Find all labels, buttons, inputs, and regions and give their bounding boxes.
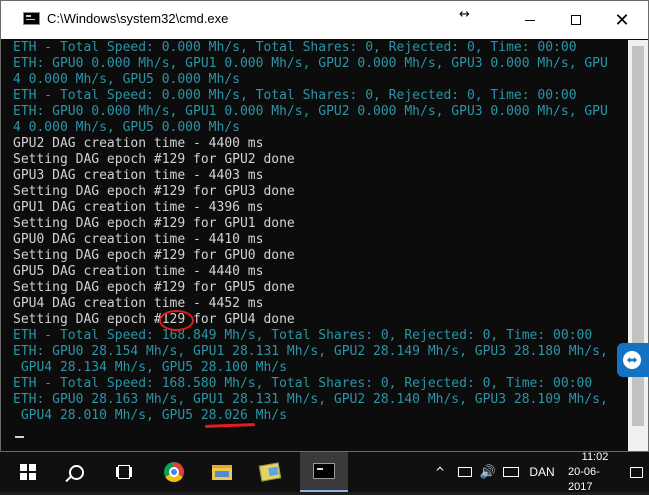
console-line: ETH - Total Speed: 0.000 Mh/s, Total Sha…	[13, 40, 577, 55]
cmd-app-icon[interactable]	[23, 12, 40, 25]
console-line: 4 0.000 Mh/s, GPU5 0.000 Mh/s	[13, 120, 240, 135]
cmd-taskbar-button[interactable]	[300, 452, 348, 492]
folder-taskbar-button[interactable]	[248, 452, 292, 492]
maximize-icon	[571, 15, 581, 25]
folder-icon	[258, 462, 282, 482]
minimize-icon	[525, 19, 535, 21]
maximize-button[interactable]	[553, 1, 599, 39]
console-line: Setting DAG epoch #129 for GPU3 done	[13, 184, 295, 199]
chrome-icon	[164, 462, 184, 482]
console-line: GPU4 DAG creation time - 4452 ms	[13, 296, 264, 311]
red-circle-annotation	[159, 310, 194, 331]
console-line: 4 0.000 Mh/s, GPU5 0.000 Mh/s	[13, 72, 240, 87]
console-line: GPU2 DAG creation time - 4400 ms	[13, 136, 264, 151]
console-line: Setting DAG epoch #129 for GPU5 done	[13, 280, 295, 295]
minimize-button[interactable]	[507, 1, 553, 39]
file-explorer-taskbar-button[interactable]	[200, 452, 244, 492]
console-line: GPU0 DAG creation time - 4410 ms	[13, 232, 264, 247]
title-bar[interactable]: C:\Windows\system32\cmd.exe ↔ ✕	[1, 1, 648, 39]
window-title: C:\Windows\system32\cmd.exe	[47, 11, 229, 26]
console-line: GPU5 DAG creation time - 4440 ms	[13, 264, 264, 279]
console-line: ETH - Total Speed: 168.849 Mh/s, Total S…	[13, 328, 593, 343]
resize-cursor-icon: ↔	[459, 7, 470, 22]
chrome-taskbar-button[interactable]	[152, 452, 196, 492]
console-line: ETH - Total Speed: 168.580 Mh/s, Total S…	[13, 376, 593, 391]
console-line: ETH - Total Speed: 0.000 Mh/s, Total Sha…	[13, 88, 577, 103]
cmd-window: C:\Windows\system32\cmd.exe ↔ ✕ ETH - To…	[0, 0, 649, 452]
console-line: GPU3 DAG creation time - 4403 ms	[13, 168, 264, 183]
console-line: Setting DAG epoch #129 for GPU4 done	[13, 312, 295, 327]
keyboard-icon	[503, 467, 519, 477]
console-line: ETH: GPU0 0.000 Mh/s, GPU1 0.000 Mh/s, G…	[13, 104, 608, 119]
console-line: ETH: GPU0 28.154 Mh/s, GPU1 28.131 Mh/s,…	[13, 344, 608, 359]
teamviewer-tab-icon[interactable]	[617, 343, 649, 377]
start-button[interactable]	[0, 452, 56, 492]
console-output[interactable]: ETH - Total Speed: 0.000 Mh/s, Total Sha…	[13, 40, 627, 446]
taskbar: ^ 🔊 DAN 11:02 20-06-2017	[0, 450, 649, 493]
vertical-scrollbar[interactable]	[628, 40, 648, 451]
console-line: GPU4 28.010 Mh/s, GPU5 28.026 Mh/s	[13, 408, 287, 423]
console-line: Setting DAG epoch #129 for GPU0 done	[13, 248, 295, 263]
console-line: GPU4 28.134 Mh/s, GPU5 28.100 Mh/s	[13, 360, 287, 375]
file-explorer-icon	[212, 464, 232, 480]
close-icon: ✕	[614, 9, 630, 31]
console-cursor	[15, 436, 24, 438]
keyboard-button[interactable]	[500, 452, 522, 492]
clock-time: 11:02	[581, 450, 609, 463]
console-line: ETH: GPU0 28.163 Mh/s, GPU1 28.131 Mh/s,…	[13, 392, 608, 407]
network-icon	[458, 467, 472, 477]
input-language[interactable]: DAN	[524, 452, 560, 492]
console-line: Setting DAG epoch #129 for GPU1 done	[13, 216, 295, 231]
show-hidden-icons-chevron-icon[interactable]: ^	[430, 452, 450, 492]
console-line: Setting DAG epoch #129 for GPU2 done	[13, 152, 295, 167]
close-button[interactable]: ✕	[599, 1, 645, 39]
clock-date: 20-06-2017	[568, 465, 600, 493]
cmd-icon	[313, 463, 335, 479]
notification-icon	[629, 466, 643, 478]
action-center-button[interactable]	[624, 452, 648, 492]
task-view-icon	[118, 465, 130, 479]
search-icon	[68, 464, 84, 480]
volume-icon[interactable]: 🔊	[478, 452, 498, 492]
windows-start-icon	[20, 464, 36, 480]
console-line: ETH: GPU0 0.000 Mh/s, GPU1 0.000 Mh/s, G…	[13, 56, 608, 71]
search-button[interactable]	[56, 452, 96, 492]
clock[interactable]: 11:02 20-06-2017	[568, 450, 622, 493]
network-button[interactable]	[455, 452, 475, 492]
console-line: GPU1 DAG creation time - 4396 ms	[13, 200, 264, 215]
task-view-button[interactable]	[104, 452, 144, 492]
